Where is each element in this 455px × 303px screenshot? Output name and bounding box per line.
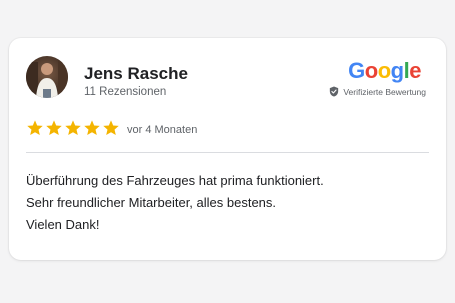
verified-badge: Verifizierte Bewertung <box>329 86 426 97</box>
google-logo-letter: o <box>364 58 378 83</box>
review-text-line: Vielen Dank! <box>26 217 100 232</box>
divider <box>26 152 429 153</box>
reviewer-avatar[interactable] <box>26 56 68 98</box>
review-text-line: Sehr freundlicher Mitarbeiter, alles bes… <box>26 195 277 210</box>
star-rating <box>26 119 120 137</box>
star-icon <box>84 120 100 136</box>
review-text: Überführung des Fahrzeuges hat prima fun… <box>26 170 431 236</box>
review-text-line: Überführung des Fahrzeuges hat prima fun… <box>26 173 324 188</box>
google-logo: Google <box>348 58 421 84</box>
star-icon <box>46 120 62 136</box>
verified-check-icon <box>330 86 339 97</box>
page: Jens Rasche 11 Rezensionen Google Verifi… <box>0 0 455 303</box>
review-date: vor 4 Monaten <box>127 124 198 136</box>
google-logo-letter: e <box>409 58 421 83</box>
star-icon <box>103 120 119 136</box>
review-card: Jens Rasche 11 Rezensionen Google Verifi… <box>9 38 446 260</box>
google-logo-letter: g <box>390 58 404 83</box>
google-logo-letter: o <box>377 58 391 83</box>
reviewer-name[interactable]: Jens Rasche <box>84 64 188 84</box>
star-icon <box>27 120 43 136</box>
verified-label: Verifizierte Bewertung <box>343 86 426 97</box>
star-icon <box>65 120 81 136</box>
avatar-photo <box>26 56 68 98</box>
google-logo-letter: G <box>348 58 365 83</box>
reviewer-review-count: 11 Rezensionen <box>84 86 167 98</box>
